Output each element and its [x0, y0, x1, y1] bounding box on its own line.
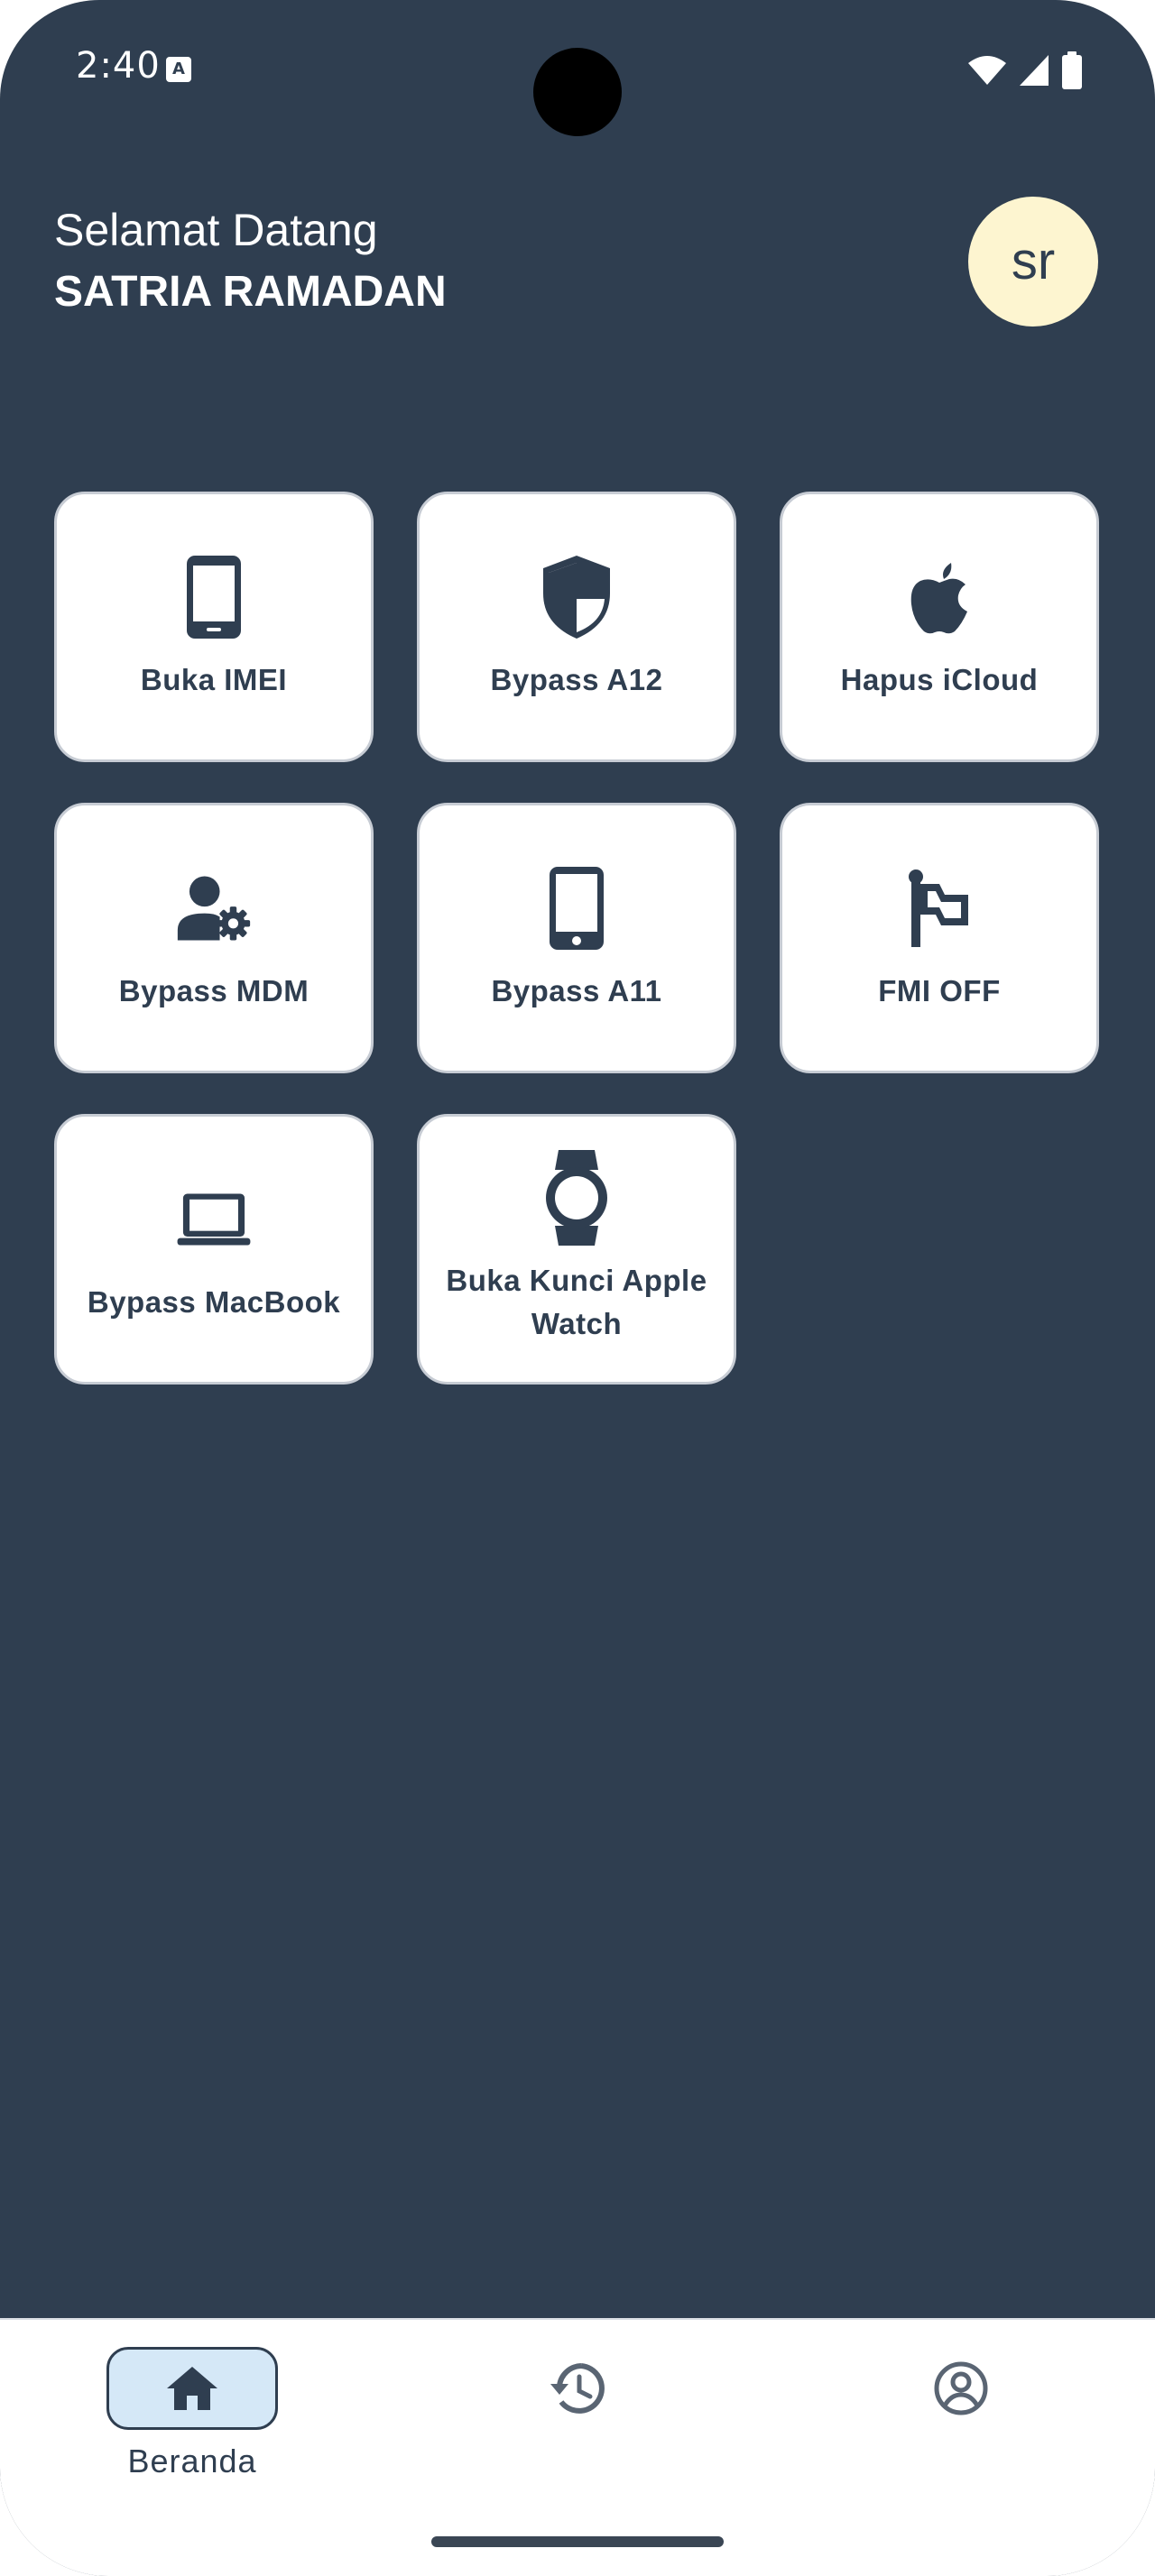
menu-card-bypass-macbook[interactable]: Bypass MacBook	[54, 1114, 374, 1385]
avatar[interactable]: sr	[968, 197, 1098, 327]
nav-pill-active[interactable]	[106, 2347, 278, 2430]
menu-label: Bypass A12	[490, 663, 663, 696]
menu-label: Hapus iCloud	[840, 663, 1039, 696]
status-icons	[967, 50, 1083, 90]
user-gear-icon	[176, 863, 252, 953]
nav-item-history[interactable]	[469, 2347, 686, 2443]
laptop-icon	[176, 1174, 252, 1265]
shield-icon	[539, 552, 614, 642]
user-name: SATRIA RAMADAN	[54, 268, 447, 316]
home-indicator[interactable]	[431, 2536, 724, 2547]
menu-label: Buka Kunci Apple Watch	[446, 1264, 707, 1340]
nav-pill[interactable]	[875, 2347, 1047, 2430]
nav-pill[interactable]	[492, 2347, 663, 2430]
menu-label: Bypass A11	[491, 974, 662, 1007]
menu-grid: Buka IMEI Bypass A12 Hapus iCloud Bypass…	[54, 492, 1101, 1385]
account-icon	[934, 2361, 988, 2415]
menu-label: Bypass MacBook	[87, 1285, 341, 1319]
status-time: 2:40	[76, 45, 161, 87]
menu-card-hapus-icloud[interactable]: Hapus iCloud	[780, 492, 1099, 762]
menu-card-bypass-a11[interactable]: Bypass A11	[417, 803, 736, 1073]
nav-label: Beranda	[127, 2443, 257, 2479]
notification-icon: A	[166, 57, 191, 82]
menu-card-buka-kunci-apple-watch[interactable]: Buka Kunci Apple Watch	[417, 1114, 736, 1385]
home-icon	[167, 2367, 217, 2410]
menu-card-bypass-mdm[interactable]: Bypass MDM	[54, 803, 374, 1073]
app-screen: 2:40 A Selamat Datang SATRIA RAMADAN sr	[0, 0, 1155, 2576]
menu-card-bypass-a12[interactable]: Bypass A12	[417, 492, 736, 762]
status-bar: 2:40 A	[0, 0, 1155, 136]
nav-item-account[interactable]	[853, 2347, 1069, 2443]
history-icon	[550, 2363, 605, 2414]
menu-label: Bypass MDM	[118, 974, 310, 1007]
battery-icon	[1062, 51, 1082, 89]
smartphone-icon	[176, 552, 252, 642]
nav-item-beranda[interactable]: Beranda	[84, 2347, 300, 2480]
watch-icon	[539, 1150, 614, 1246]
smartphone-icon	[539, 863, 614, 953]
signal-icon	[1020, 54, 1049, 86]
menu-label: FMI OFF	[878, 974, 1001, 1007]
camera-cutout	[533, 48, 622, 136]
flag-icon	[901, 863, 977, 953]
menu-card-buka-imei[interactable]: Buka IMEI	[54, 492, 374, 762]
greeting-text: Selamat Datang	[54, 205, 378, 255]
apple-icon	[901, 552, 977, 642]
menu-label: Buka IMEI	[140, 663, 288, 696]
wifi-icon	[968, 55, 1006, 85]
menu-card-fmi-off[interactable]: FMI OFF	[780, 803, 1099, 1073]
